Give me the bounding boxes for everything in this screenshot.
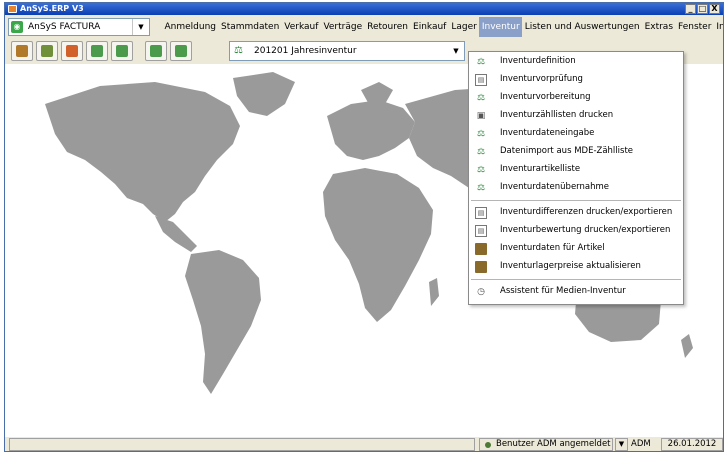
status-date: 26.01.2012 <box>661 438 723 451</box>
minimize-button[interactable]: _ <box>685 4 696 14</box>
app-window: AnSyS.ERP V3 _ □ X ◉ AnSyS FACTURA ▼ Anm… <box>4 2 724 452</box>
menu-info[interactable]: Info <box>714 17 723 37</box>
window-title: AnSyS.ERP V3 <box>20 4 84 13</box>
menu-item-label: Assistent für Medien-Inventur <box>500 286 626 296</box>
status-message-area <box>9 438 475 451</box>
menu-bar: Anmeldung Stammdaten Verkauf Verträge Re… <box>162 17 723 37</box>
scale-icon: ⚖ <box>476 147 486 157</box>
app-icon <box>8 5 17 13</box>
menu-stammdaten[interactable]: Stammdaten <box>219 17 282 37</box>
scale-icon: ⚖ <box>476 93 486 103</box>
boxes-icon <box>41 45 53 57</box>
menu-lager[interactable]: Lager <box>449 17 479 37</box>
menu-retouren[interactable]: Retouren <box>365 17 411 37</box>
app-selector[interactable]: ◉ AnSyS FACTURA ▼ <box>8 18 150 36</box>
app-logo-icon: ◉ <box>11 21 23 33</box>
menu-item-inventurdefinition[interactable]: ⚖ Inventurdefinition <box>469 53 683 71</box>
menu-listen[interactable]: Listen und Auswertungen <box>522 17 642 37</box>
menu-row: ◉ AnSyS FACTURA ▼ Anmeldung Stammdaten V… <box>5 17 723 37</box>
toolbar-box-button[interactable] <box>11 41 33 61</box>
menu-item-label: Inventurdatenübernahme <box>500 182 610 192</box>
menu-item-label: Inventurdefinition <box>500 56 576 66</box>
app-selector-value: AnSyS FACTURA <box>28 22 101 32</box>
inventur-dropdown-menu: ⚖ Inventurdefinition ▤ Inventurvorprüfun… <box>468 51 684 305</box>
menu-item-inventurvorpruefung[interactable]: ▤ Inventurvorprüfung <box>469 71 683 89</box>
window-controls: _ □ X <box>685 4 720 14</box>
menu-item-label: Inventurdifferenzen drucken/exportieren <box>500 207 673 217</box>
menu-item-label: Inventurvorbereitung <box>500 92 591 102</box>
scale-icon: ⚖ <box>476 165 486 175</box>
menu-separator <box>471 279 681 280</box>
help-icon <box>150 45 162 57</box>
help-icon <box>116 45 128 57</box>
menu-extras[interactable]: Extras <box>642 17 675 37</box>
help-icon <box>91 45 103 57</box>
toolbar-home-button[interactable] <box>61 41 83 61</box>
clock-icon: ◷ <box>477 287 485 297</box>
menu-item-inventurartikelliste[interactable]: ⚖ Inventurartikelliste <box>469 161 683 179</box>
menu-anmeldung[interactable]: Anmeldung <box>162 17 219 37</box>
toolbar-help-button-3[interactable] <box>145 41 167 61</box>
menu-item-label: Inventurbewertung drucken/exportieren <box>500 225 671 235</box>
chevron-down-icon[interactable]: ▼ <box>132 19 149 35</box>
scale-icon: ⚖ <box>476 129 486 139</box>
scale-icon: ⚖ <box>234 45 243 56</box>
box-icon <box>475 261 487 273</box>
menu-item-label: Inventurdateneingabe <box>500 128 595 138</box>
menu-separator <box>471 200 681 201</box>
toolbar-help-button-2[interactable] <box>111 41 133 61</box>
menu-item-zaehllisten-drucken[interactable]: ▣ Inventurzähllisten drucken <box>469 107 683 125</box>
menu-item-label: Datenimport aus MDE-Zählliste <box>500 146 634 156</box>
menu-item-differenzen-drucken[interactable]: ▤ Inventurdifferenzen drucken/exportiere… <box>469 204 683 222</box>
sheet-icon: ▤ <box>475 225 487 237</box>
menu-item-label: Inventurvorprüfung <box>500 74 583 84</box>
menu-fenster[interactable]: Fenster <box>676 17 714 37</box>
menu-einkauf[interactable]: Einkauf <box>411 17 449 37</box>
box-icon <box>16 45 28 57</box>
menu-inventur[interactable]: Inventur <box>479 17 523 37</box>
maximize-button[interactable]: □ <box>697 4 708 14</box>
menu-item-inventurdateneingabe[interactable]: ⚖ Inventurdateneingabe <box>469 125 683 143</box>
menu-item-label: Inventurlagerpreise aktualisieren <box>500 261 641 271</box>
menu-item-inventurdaten-artikel[interactable]: Inventurdaten für Artikel <box>469 240 683 258</box>
inventory-selector[interactable]: ⚖ 201201 Jahresinventur ▼ <box>229 41 465 61</box>
house-icon <box>66 45 78 57</box>
print-icon: ▣ <box>476 111 486 121</box>
toolbar-help-button-1[interactable] <box>86 41 108 61</box>
help-icon <box>175 45 187 57</box>
online-indicator-icon <box>485 442 491 448</box>
user-status-text: Benutzer ADM angemeldet <box>496 439 611 449</box>
toolbar-boxes-button[interactable] <box>36 41 58 61</box>
user-short: ADM <box>631 439 651 449</box>
toolbar-help-button-4[interactable] <box>170 41 192 61</box>
chevron-down-icon[interactable]: ▼ <box>448 42 464 60</box>
inventory-selector-value: 201201 Jahresinventur <box>254 46 357 56</box>
scale-icon: ⚖ <box>476 57 486 67</box>
menu-item-lagerpreise-aktualisieren[interactable]: Inventurlagerpreise aktualisieren <box>469 258 683 276</box>
menu-item-datenimport-mde[interactable]: ⚖ Datenimport aus MDE-Zählliste <box>469 143 683 161</box>
user-dropdown-button[interactable]: ▼ <box>615 438 628 451</box>
menu-vertraege[interactable]: Verträge <box>321 17 365 37</box>
menu-item-label: Inventurdaten für Artikel <box>500 243 605 253</box>
menu-item-bewertung-drucken[interactable]: ▤ Inventurbewertung drucken/exportieren <box>469 222 683 240</box>
user-status: Benutzer ADM angemeldet <box>479 438 613 451</box>
status-bar: Benutzer ADM angemeldet ▼ ADM 26.01.2012 <box>5 437 723 451</box>
sheet-icon: ▤ <box>475 74 487 86</box>
menu-item-inventurdatenuebernahme[interactable]: ⚖ Inventurdatenübernahme <box>469 179 683 197</box>
sheet-icon: ▤ <box>475 207 487 219</box>
menu-item-assistent-medien[interactable]: ◷ Assistent für Medien-Inventur <box>469 283 683 301</box>
menu-item-inventurvorbereitung[interactable]: ⚖ Inventurvorbereitung <box>469 89 683 107</box>
title-bar: AnSyS.ERP V3 _ □ X <box>5 3 723 15</box>
menu-item-label: Inventurzähllisten drucken <box>500 110 614 120</box>
scale-icon: ⚖ <box>476 183 486 193</box>
box-icon <box>475 243 487 255</box>
menu-verkauf[interactable]: Verkauf <box>282 17 321 37</box>
menu-item-label: Inventurartikelliste <box>500 164 581 174</box>
close-button[interactable]: X <box>709 4 720 14</box>
